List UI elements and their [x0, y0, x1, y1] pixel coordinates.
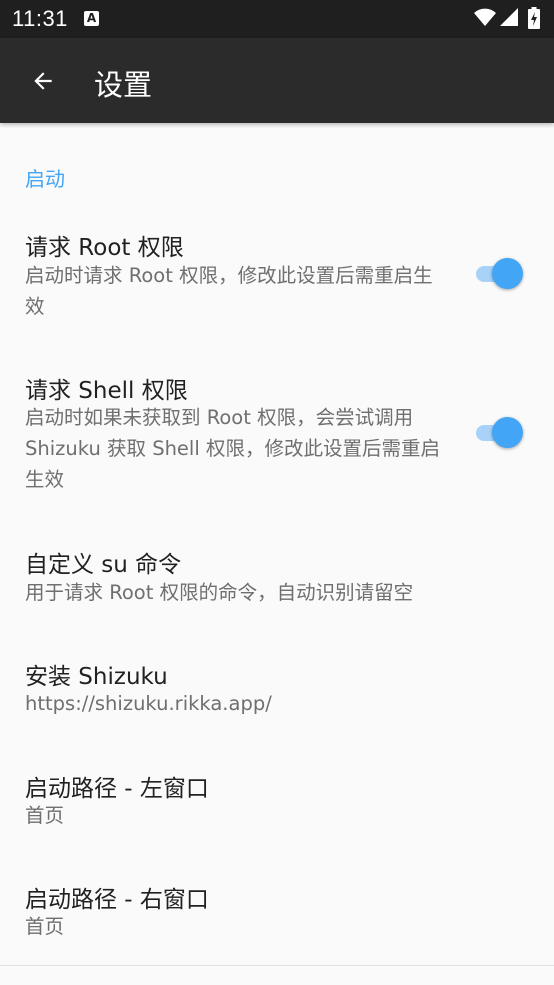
root-permission-switch[interactable] — [474, 256, 526, 290]
pref-summary: 用于请求 Root 权限的命令，自动识别请留空 — [25, 581, 414, 604]
pref-summary: https://shizuku.rikka.app/ — [25, 692, 272, 715]
pref-root-permission[interactable]: 请求 Root 权限 启动时请求 Root 权限，修改此设置后需重启生效 — [0, 213, 554, 331]
status-time: 11:31 — [12, 6, 68, 31]
pref-title: 启动路径 - 左窗口 — [25, 776, 209, 802]
status-bar: 11:31 A — [0, 0, 554, 38]
pref-custom-su[interactable]: 自定义 su 命令 用于请求 Root 权限的命令，自动识别请留空 — [0, 531, 554, 619]
signal-icon — [500, 8, 518, 26]
shell-permission-switch[interactable] — [474, 415, 526, 449]
switch-thumb — [492, 258, 523, 289]
pref-summary: 启动时请求 Root 权限，修改此设置后需重启生效 — [25, 264, 433, 318]
pref-summary: 启动时如果未获取到 Root 权限，会尝试调用 Shizuku 获取 Shell… — [25, 406, 440, 491]
pref-install-shizuku[interactable]: 安装 Shizuku https://shizuku.rikka.app/ — [0, 643, 554, 731]
wifi-icon — [474, 8, 496, 26]
battery-charging-icon — [528, 7, 540, 29]
pref-shell-permission[interactable]: 请求 Shell 权限 启动时如果未获取到 Root 权限，会尝试调用 Shiz… — [0, 351, 554, 501]
pref-title: 请求 Shell 权限 — [25, 378, 188, 404]
page-title: 设置 — [94, 68, 153, 102]
pref-title: 安装 Shizuku — [25, 664, 168, 690]
pref-title: 请求 Root 权限 — [25, 235, 184, 261]
pref-start-path-right[interactable]: 启动路径 - 右窗口 首页 — [0, 866, 554, 954]
divider — [0, 965, 554, 966]
back-button[interactable] — [20, 58, 66, 104]
pref-title: 自定义 su 命令 — [25, 552, 182, 578]
switch-thumb — [492, 417, 523, 448]
a-icon: A — [84, 11, 99, 26]
category-title: 启动 — [25, 167, 65, 191]
pref-summary: 首页 — [25, 804, 65, 827]
pref-start-path-left[interactable]: 启动路径 - 左窗口 首页 — [0, 755, 554, 843]
pref-summary: 首页 — [25, 915, 65, 938]
app-bar: 设置 — [0, 38, 554, 123]
arrow-back-icon — [34, 72, 52, 90]
pref-title: 启动路径 - 右窗口 — [25, 887, 209, 913]
